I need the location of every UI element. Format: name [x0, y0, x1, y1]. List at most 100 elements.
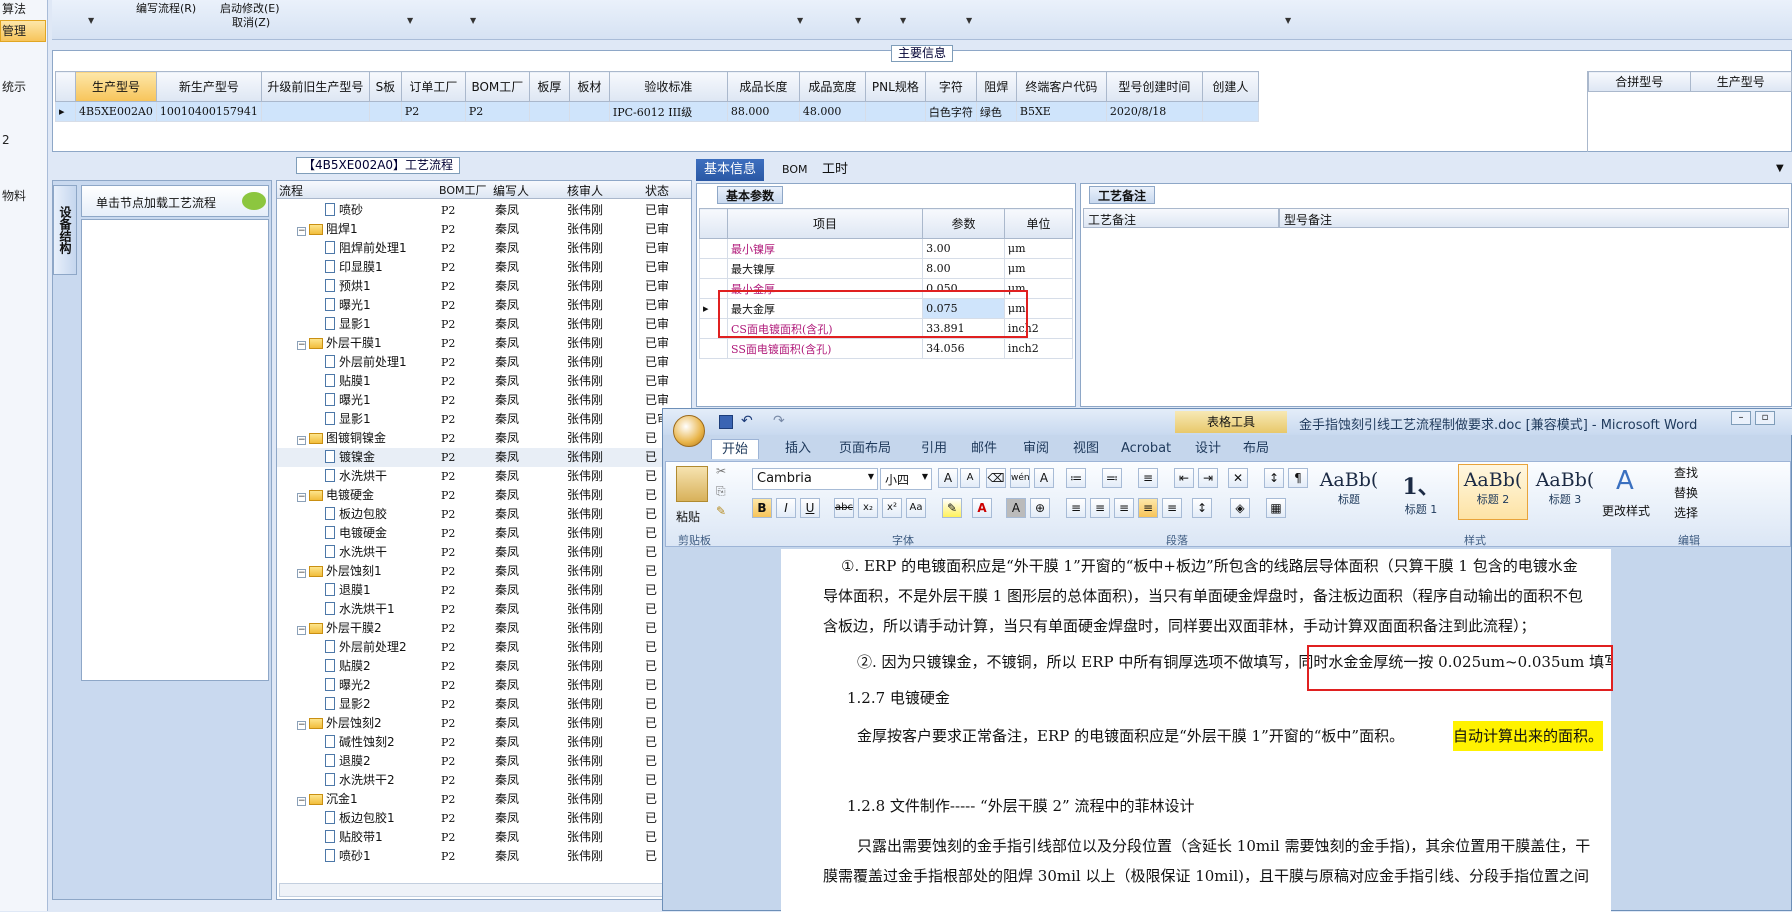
style-item[interactable]: 1、 标题 1: [1386, 464, 1456, 520]
collapse-icon[interactable]: −: [297, 721, 306, 730]
ribbon-tab[interactable]: 开始: [711, 439, 760, 459]
main-cell[interactable]: 88.000: [726, 101, 800, 122]
remark-col-model[interactable]: 型号备注: [1279, 208, 1789, 228]
align-right-icon[interactable]: ≡: [1114, 498, 1134, 518]
params-col-header[interactable]: 参数: [922, 208, 1005, 239]
show-marks-icon[interactable]: ¶: [1288, 468, 1308, 488]
main-cell[interactable]: B5XE: [1015, 101, 1107, 122]
rail-item-1[interactable]: 管理: [2, 22, 26, 39]
main-cell[interactable]: 绿色: [975, 101, 1017, 122]
main-cell[interactable]: 白色字符: [924, 101, 977, 122]
office-button-icon[interactable]: [673, 415, 705, 447]
char-border-icon[interactable]: A: [1034, 468, 1054, 488]
merge-col-0[interactable]: 合拼型号: [1588, 71, 1691, 92]
cut-icon[interactable]: ✂: [716, 464, 726, 478]
tree-row[interactable]: 贴膜2 P2 秦凤 张伟刚 已: [277, 657, 677, 676]
chevron-down-icon[interactable]: ▼: [855, 16, 861, 25]
collapse-icon[interactable]: −: [297, 227, 306, 236]
tree-row[interactable]: − 外层蚀刻1 P2 秦凤 张伟刚 已: [277, 562, 677, 581]
grow-font-icon[interactable]: A: [938, 468, 958, 488]
font-color-icon[interactable]: A: [972, 498, 992, 518]
ribbon-tab[interactable]: 布局: [1233, 439, 1279, 459]
collapse-icon[interactable]: −: [297, 569, 306, 578]
chevron-down-icon[interactable]: ▼: [1776, 163, 1784, 174]
rail-item-2[interactable]: 统示: [2, 78, 26, 95]
change-styles-button[interactable]: 更改样式: [1602, 502, 1650, 519]
tree-row[interactable]: 退膜2 P2 秦凤 张伟刚 已: [277, 752, 677, 771]
main-cell[interactable]: 48.000: [798, 101, 866, 122]
main-cell[interactable]: [260, 101, 370, 122]
tree-row[interactable]: 镀镍金 P2 秦凤 张伟刚 已: [277, 448, 677, 467]
main-cell[interactable]: P2: [400, 101, 466, 122]
tab-basic-info[interactable]: 基本信息: [696, 159, 765, 181]
replace-button[interactable]: 替换: [1674, 484, 1698, 501]
tree-row[interactable]: 曝光2 P2 秦凤 张伟刚 已: [277, 676, 677, 695]
tree-row[interactable]: 曝光1 P2 秦凤 张伟刚 已审: [277, 391, 677, 410]
tree-row[interactable]: − 外层干膜2 P2 秦凤 张伟刚 已: [277, 619, 677, 638]
tree-row[interactable]: 显影2 P2 秦凤 张伟刚 已: [277, 695, 677, 714]
change-styles-icon[interactable]: A: [1616, 466, 1634, 496]
compose-flow-button[interactable]: 编写流程(R): [136, 0, 196, 16]
rail-item-0[interactable]: 算法: [2, 0, 26, 17]
line-spacing-icon[interactable]: ↕: [1192, 498, 1212, 518]
params-value[interactable]: 34.056: [922, 338, 1005, 359]
tree-row[interactable]: 水洗烘干1 P2 秦凤 张伟刚 已: [277, 600, 677, 619]
tree-row[interactable]: 水洗烘干2 P2 秦凤 张伟刚 已: [277, 771, 677, 790]
tree-row[interactable]: 阻焊前处理1 P2 秦凤 张伟刚 已审: [277, 239, 677, 258]
main-col-header[interactable]: S板: [368, 71, 402, 102]
collapse-icon[interactable]: −: [297, 797, 306, 806]
main-col-header[interactable]: 型号创建时间: [1105, 71, 1203, 102]
chinese-layout-icon[interactable]: ✕: [1228, 468, 1248, 488]
bold-icon[interactable]: B: [752, 498, 772, 518]
main-col-header[interactable]: 新生产型号: [155, 71, 262, 102]
subscript-icon[interactable]: x₂: [858, 498, 878, 518]
chevron-down-icon[interactable]: ▼: [470, 16, 476, 25]
params-value[interactable]: 3.00: [922, 238, 1005, 259]
main-cell[interactable]: P2: [464, 101, 530, 122]
chevron-down-icon[interactable]: ▼: [797, 16, 803, 25]
collapse-icon[interactable]: −: [297, 436, 306, 445]
tab-hours[interactable]: 工时: [814, 159, 856, 181]
main-col-header[interactable]: 成品长度: [726, 71, 800, 102]
undo-icon[interactable]: ↶: [741, 413, 753, 429]
params-row[interactable]: 最大镍厚 8.00 μm: [699, 258, 1074, 279]
numbering-icon[interactable]: ≕: [1102, 468, 1122, 488]
main-col-header[interactable]: 成品宽度: [798, 71, 866, 102]
chevron-down-icon[interactable]: ▼: [966, 16, 972, 25]
chevron-down-icon[interactable]: ▼: [900, 16, 906, 25]
main-cell[interactable]: [528, 101, 570, 122]
ribbon-tab[interactable]: 视图: [1063, 439, 1109, 459]
font-name-select[interactable]: Cambria ▼: [752, 468, 878, 490]
style-item[interactable]: AaBb(标题: [1314, 464, 1384, 520]
tree-row[interactable]: 曝光1 P2 秦凤 张伟刚 已审: [277, 296, 677, 315]
tree-row[interactable]: − 沉金1 P2 秦凤 张伟刚 已: [277, 790, 677, 809]
context-tab-table-tools[interactable]: 表格工具: [1175, 411, 1287, 433]
phonetic-icon[interactable]: wén: [1010, 468, 1030, 488]
main-col-header[interactable]: 订单工厂: [400, 71, 466, 102]
chevron-down-icon[interactable]: ▼: [1285, 16, 1291, 25]
chevron-down-icon[interactable]: ▼: [88, 16, 94, 25]
params-col-header[interactable]: 项目: [726, 208, 924, 239]
main-cell[interactable]: [864, 101, 926, 122]
underline-icon[interactable]: U: [800, 498, 820, 518]
clear-format-icon[interactable]: ⌫: [986, 468, 1006, 488]
enclose-char-icon[interactable]: ⊕: [1030, 498, 1050, 518]
tree-hscrollbar[interactable]: [279, 883, 689, 897]
main-cell[interactable]: [568, 101, 610, 122]
main-cell[interactable]: [368, 101, 402, 122]
params-value[interactable]: 8.00: [922, 258, 1005, 279]
tree-row[interactable]: 电镀硬金 P2 秦凤 张伟刚 已: [277, 524, 677, 543]
tree-col-writer[interactable]: 编写人: [493, 182, 529, 199]
tree-row[interactable]: − 图镀铜镍金 P2 秦凤 张伟刚 已: [277, 429, 677, 448]
ribbon-tab[interactable]: 邮件: [961, 439, 1007, 459]
tree-row[interactable]: 外层前处理1 P2 秦凤 张伟刚 已审: [277, 353, 677, 372]
rail-item-3[interactable]: 2: [2, 133, 10, 147]
params-row[interactable]: 最小镍厚 3.00 μm: [699, 238, 1074, 259]
side-tab-equipment[interactable]: 设备结构: [53, 185, 77, 275]
main-col-header[interactable]: 板厚: [528, 71, 570, 102]
tree-row[interactable]: − 外层蚀刻2 P2 秦凤 张伟刚 已: [277, 714, 677, 733]
tree-row[interactable]: 外层前处理2 P2 秦凤 张伟刚 已: [277, 638, 677, 657]
rail-item-4[interactable]: 物料: [2, 187, 26, 204]
main-col-header[interactable]: BOM工厂: [464, 71, 530, 102]
main-col-header[interactable]: 创建人: [1201, 71, 1259, 102]
